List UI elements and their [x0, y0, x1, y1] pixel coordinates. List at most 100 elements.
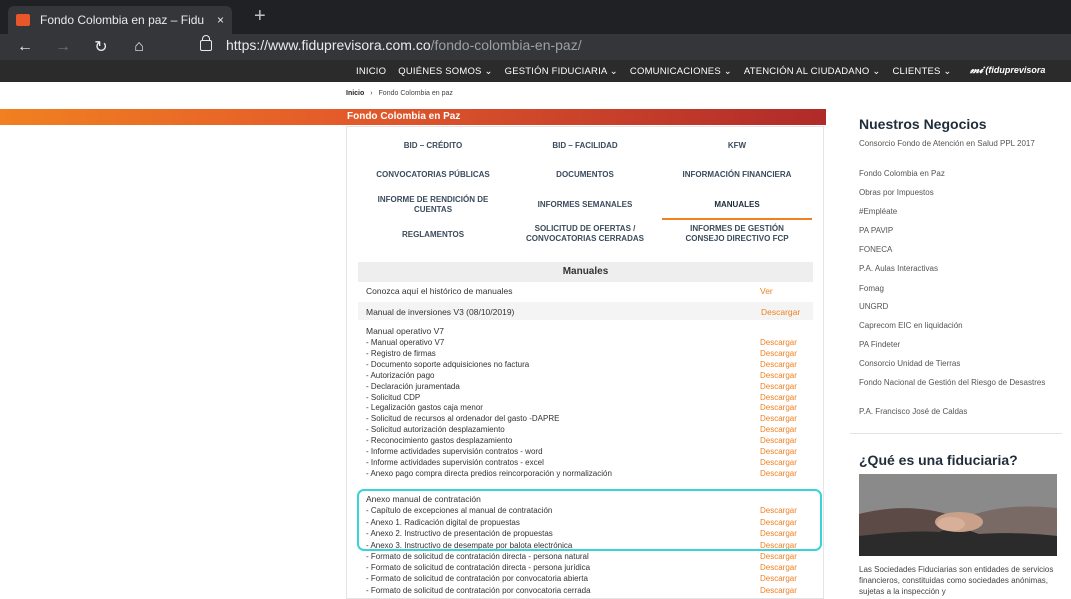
inversiones-row: Manual de inversiones V3 (08/10/2019) De…	[358, 307, 813, 319]
sidebar-item[interactable]: Consorcio Fondo de Atención en Salud PPL…	[859, 138, 1049, 150]
tab-2[interactable]: KFW	[662, 141, 812, 151]
sidebar-item[interactable]: P.A. Francisco José de Caldas	[859, 406, 1049, 418]
formato-item: - Formato de solicitud de contratación p…	[366, 585, 591, 595]
reload-icon[interactable]: ↻	[82, 37, 120, 57]
address-bar: ← → ↻ ⌂ https://www.fiduprevisora.com.co…	[0, 34, 1071, 60]
tab-title: Fondo Colombia en paz – Fidu	[40, 13, 205, 27]
lock-icon	[200, 34, 212, 51]
breadcrumb: Inicio › Fondo Colombia en paz	[346, 90, 453, 97]
operativo-download-link[interactable]: Descargar	[760, 371, 797, 380]
historic-label: Conozca aquí el histórico de manuales	[366, 286, 513, 296]
operativo-item: - Autorización pago	[366, 370, 435, 380]
home-icon[interactable]: ⌂	[120, 38, 158, 56]
back-arrow-icon[interactable]: ←	[6, 38, 44, 56]
tab-1[interactable]: BID – FACILIDAD	[510, 141, 660, 151]
tab-close-icon[interactable]: ×	[217, 13, 224, 27]
operativo-title: Manual operativo V7	[366, 326, 444, 336]
annotation-highlight-box	[357, 489, 822, 551]
sidebar-item[interactable]: PA PAVIP	[859, 225, 1049, 237]
site-navigation: INICIO QUIÉNES SOMOS ⌄ GESTIÓN FIDUCIARIA …	[0, 60, 1071, 82]
tab-11[interactable]: INFORMES DE GESTIÓN CONSEJO DIRECTIVO FC…	[662, 224, 812, 244]
operativo-item: - Informe actividades supervisión contra…	[366, 447, 543, 456]
sidebar-item[interactable]: Obras por Impuestos	[859, 187, 1049, 199]
operativo-download-link[interactable]: Descargar	[760, 447, 797, 456]
operativo-download-link[interactable]: Descargar	[760, 349, 797, 358]
operativo-item: - Solicitud de recursos al ordenador del…	[366, 414, 560, 424]
tab-10[interactable]: SOLICITUD DE OFERTAS / CONVOCATORIAS CER…	[510, 224, 660, 244]
operativo-download-link[interactable]: Descargar	[760, 414, 797, 423]
formato-item: - Formato de solicitud de contratación d…	[366, 552, 589, 561]
active-tab-indicator	[662, 218, 812, 220]
sidebar-item[interactable]: Fondo Colombia en Paz	[859, 168, 1049, 180]
formato-download-link[interactable]: Descargar	[760, 574, 797, 583]
operativo-download-link[interactable]: Descargar	[760, 382, 797, 391]
operativo-item: - Anexo pago compra directa predios rein…	[366, 468, 612, 478]
operativo-item: - Documento soporte adquisiciones no fac…	[366, 359, 530, 369]
breadcrumb-separator-icon: ›	[370, 90, 373, 97]
forward-arrow-icon[interactable]: →	[44, 38, 82, 56]
site-favicon-icon	[16, 14, 30, 26]
formato-item: - Formato de solicitud de contratación p…	[366, 574, 588, 584]
tab-4[interactable]: DOCUMENTOS	[510, 170, 660, 180]
operativo-download-link[interactable]: Descargar	[760, 469, 797, 478]
browser-tab-bar: Fondo Colombia en paz – Fidu × +	[0, 0, 1071, 34]
tab-9[interactable]: REGLAMENTOS	[358, 230, 508, 240]
operativo-download-link[interactable]: Descargar	[760, 403, 797, 412]
tab-3[interactable]: CONVOCATORIAS PÚBLICAS	[358, 170, 508, 180]
operativo-item: - Reconocimiento gastos desplazamiento	[366, 436, 513, 446]
operativo-item: - Solicitud autorización desplazamiento	[366, 425, 505, 435]
sidebar-item[interactable]: P.A. Aulas Interactivas	[859, 263, 1049, 275]
operativo-item: - Manual operativo V7	[366, 338, 445, 347]
sidebar-item[interactable]: UNGRD	[859, 301, 1049, 313]
operativo-item: - Solicitud CDP	[366, 392, 421, 402]
nav-item-0[interactable]: INICIO	[356, 66, 386, 77]
sidebar-item[interactable]: #Empléate	[859, 206, 1049, 218]
manuals-heading: Manuales	[358, 262, 813, 282]
nav-item-3[interactable]: COMUNICACIONES ⌄	[630, 66, 732, 77]
operativo-download-link[interactable]: Descargar	[760, 338, 797, 347]
nav-item-4[interactable]: ATENCIÓN AL CIUDADANO ⌄	[744, 66, 881, 77]
historic-view-link[interactable]: Ver	[760, 286, 773, 296]
sidebar-item[interactable]: Consorcio Unidad de Tierras	[859, 358, 1049, 370]
formato-download-link[interactable]: Descargar	[760, 586, 797, 595]
inversiones-download-link[interactable]: Descargar	[761, 307, 800, 317]
operativo-download-link[interactable]: Descargar	[760, 393, 797, 402]
tab-6[interactable]: INFORME DE RENDICIÓN DE CUENTAS	[358, 195, 508, 215]
formato-download-link[interactable]: Descargar	[760, 552, 797, 561]
url-path: /fondo-colombia-en-paz/	[430, 37, 582, 53]
operativo-item: - Legalización gastos caja menor	[366, 403, 483, 413]
nav-item-2[interactable]: GESTIÓN FIDUCIARIA ⌄	[505, 66, 618, 77]
sidebar-item[interactable]: Caprecom EIC en liquidación	[859, 320, 1049, 332]
nav-item-5[interactable]: CLIENTES ⌄	[892, 66, 951, 77]
operativo-download-link[interactable]: Descargar	[760, 458, 797, 467]
fiduciaria-description: Las Sociedades Fiduciarias son entidades…	[859, 565, 1054, 596]
sidebar-item[interactable]: FONECA	[859, 244, 1049, 256]
handshake-image	[859, 474, 1057, 556]
formato-item: - Formato de solicitud de contratación d…	[366, 563, 591, 573]
tab-0[interactable]: BID – CRÉDITO	[358, 141, 508, 151]
tab-7[interactable]: INFORMES SEMANALES	[510, 200, 660, 210]
fiduciaria-heading: ¿Qué es una fiduciaria?	[859, 452, 1018, 468]
historic-row: Conozca aquí el histórico de manuales Ve…	[358, 286, 813, 298]
sidebar-item[interactable]: Fondo Nacional de Gestión del Riesgo de …	[859, 377, 1049, 389]
sidebar-item[interactable]: PA Findeter	[859, 339, 1049, 351]
operativo-item: - Declaración juramentada	[366, 381, 460, 391]
operativo-download-link[interactable]: Descargar	[760, 360, 797, 369]
breadcrumb-home[interactable]: Inicio	[346, 90, 364, 97]
operativo-download-link[interactable]: Descargar	[760, 425, 797, 434]
tab-8[interactable]: MANUALES	[662, 200, 812, 210]
formato-download-link[interactable]: Descargar	[760, 563, 797, 572]
fiduprevisora-logo[interactable]: 𝓂𝒾 (fiduprevisora	[970, 64, 1045, 77]
new-tab-icon[interactable]: +	[254, 6, 266, 26]
breadcrumb-current: Fondo Colombia en paz	[378, 90, 453, 97]
tab-5[interactable]: INFORMACIÓN FINANCIERA	[662, 170, 812, 180]
operativo-item: - Informe actividades supervisión contra…	[366, 457, 544, 467]
sidebar-item[interactable]: Fomag	[859, 283, 1049, 295]
browser-tab[interactable]: Fondo Colombia en paz – Fidu ×	[8, 6, 232, 34]
inversiones-label: Manual de inversiones V3 (08/10/2019)	[366, 307, 515, 317]
operativo-item: - Registro de firmas	[366, 348, 436, 358]
nav-item-1[interactable]: QUIÉNES SOMOS ⌄	[398, 66, 492, 77]
section-title: Fondo Colombia en Paz	[347, 111, 461, 122]
url-field[interactable]: https://www.fiduprevisora.com.co/fondo-c…	[200, 34, 582, 53]
operativo-download-link[interactable]: Descargar	[760, 436, 797, 445]
